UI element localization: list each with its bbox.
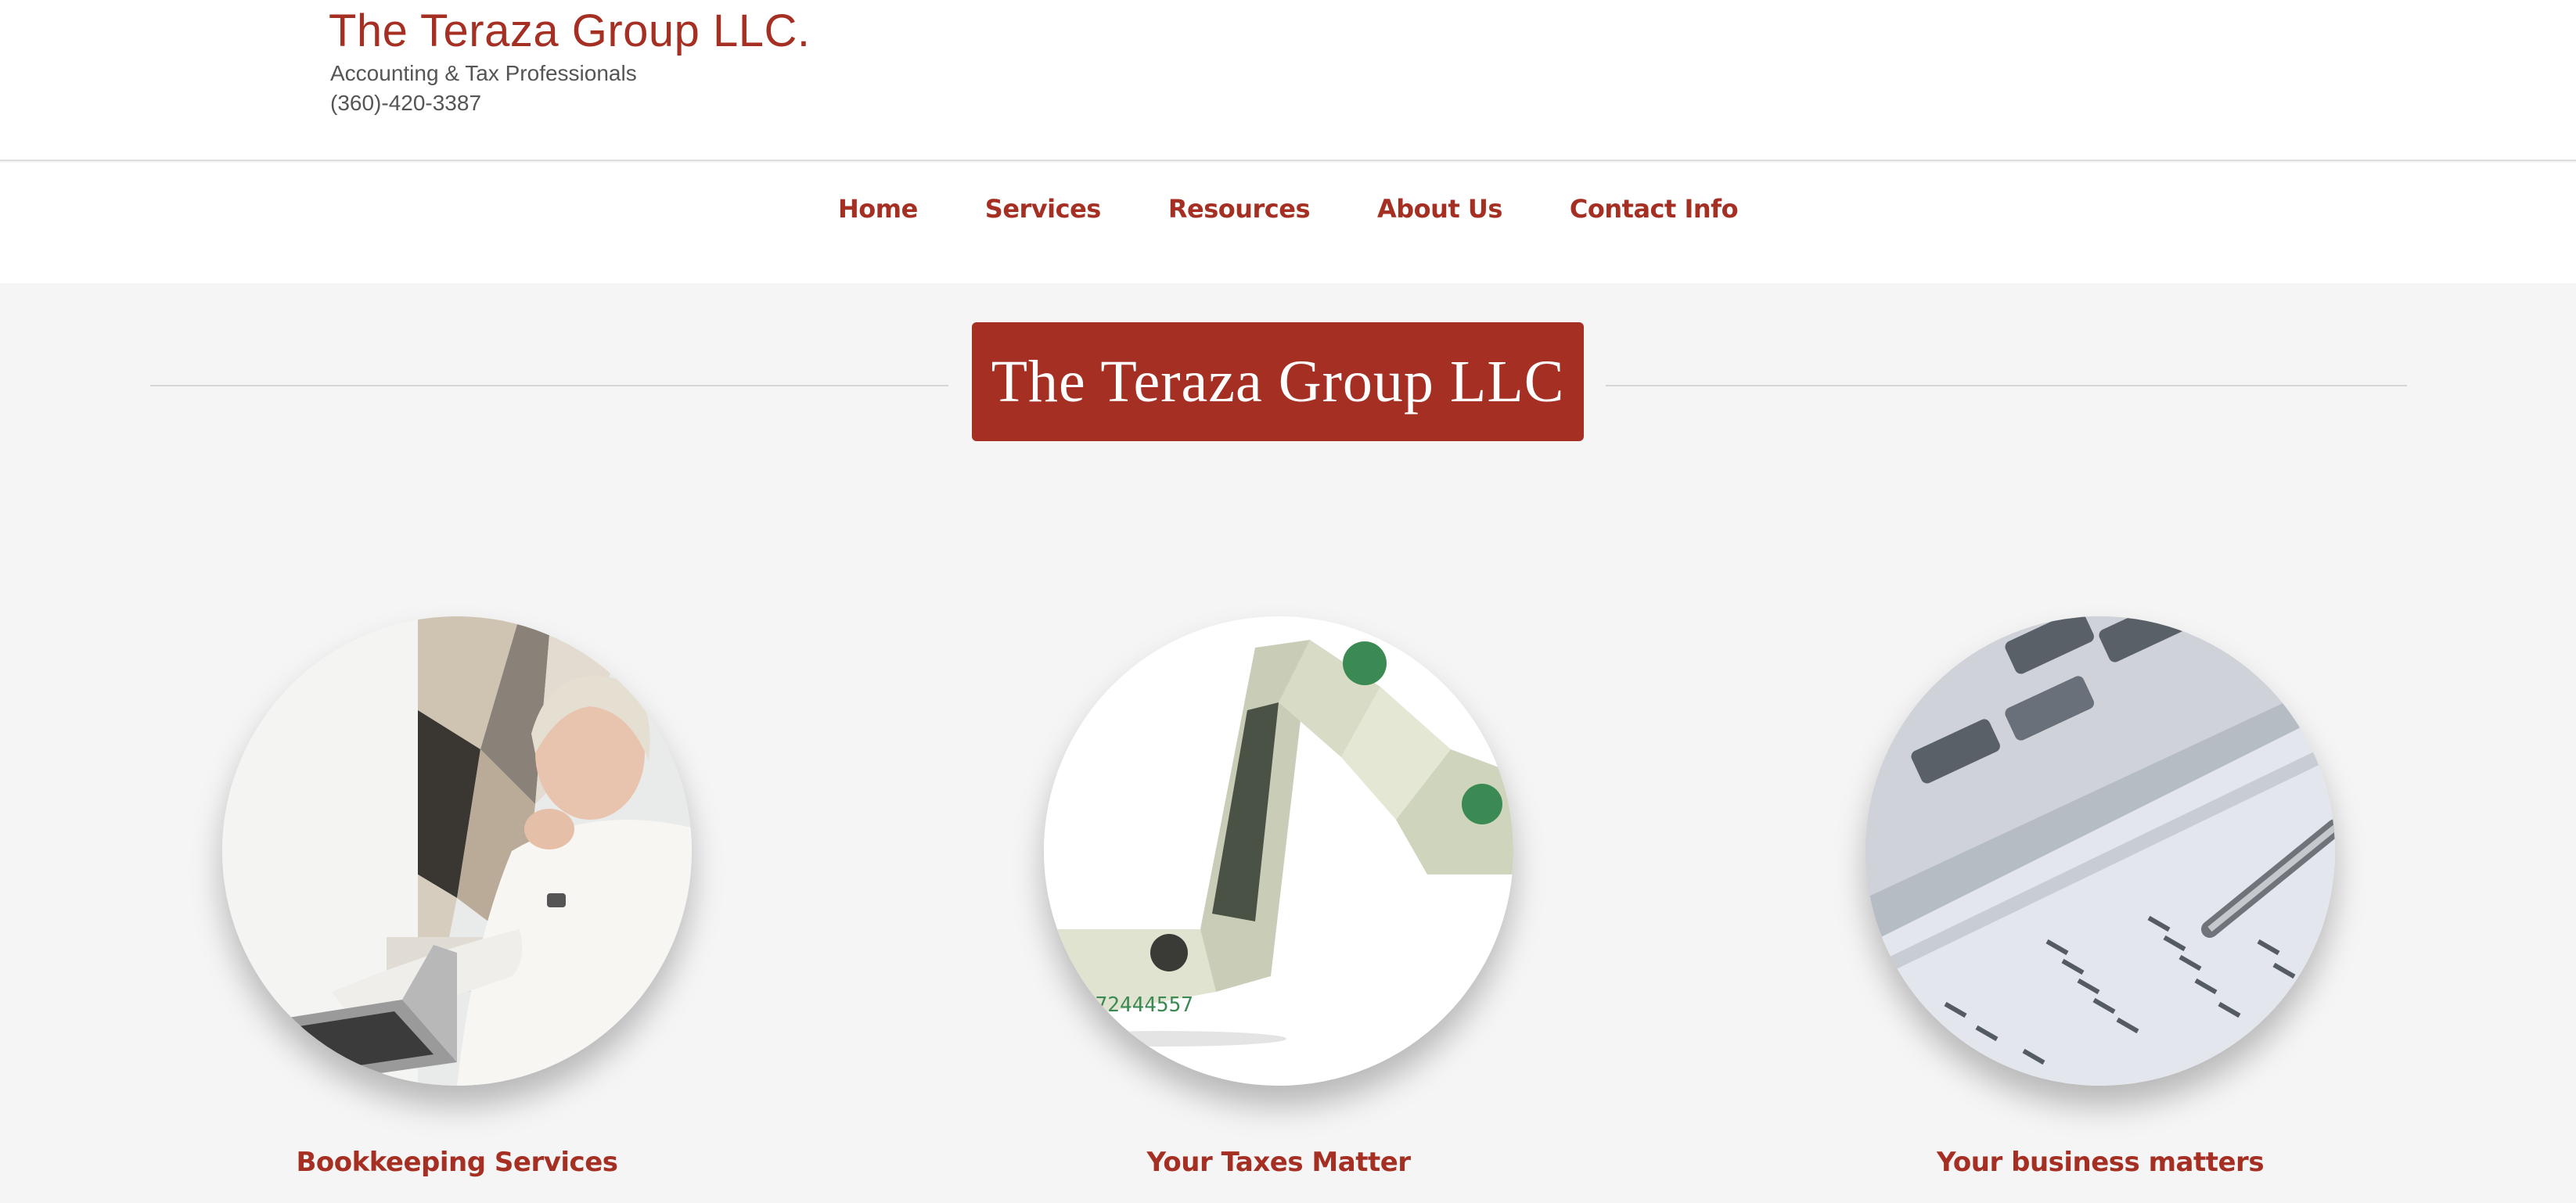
card-title-taxes[interactable]: Your Taxes Matter xyxy=(1005,1147,1552,1178)
bill-serial-number: 172444557 xyxy=(1083,993,1193,1017)
nav-item-services[interactable]: Services xyxy=(952,194,1135,224)
nav-item-resources[interactable]: Resources xyxy=(1135,194,1344,224)
site-header: The Teraza Group LLC. Accounting & Tax P… xyxy=(0,0,2576,161)
banner-title: The Teraza Group LLC xyxy=(991,348,1565,415)
woman-at-laptop-photo xyxy=(222,616,692,1086)
nav-item-home[interactable]: Home xyxy=(804,194,952,224)
nav-item-about-us[interactable]: About Us xyxy=(1344,194,1536,224)
banner-divider-right xyxy=(1606,385,2407,386)
site-tagline: Accounting & Tax Professionals xyxy=(330,61,637,85)
folded-dollar-bill-photo: 172444557 xyxy=(1044,616,1513,1086)
bookkeeping-image[interactable] xyxy=(222,616,692,1086)
business-image[interactable] xyxy=(1865,616,2335,1086)
banner-divider-left xyxy=(150,385,948,386)
site-title[interactable]: The Teraza Group LLC. xyxy=(329,5,811,57)
card-title-bookkeeping[interactable]: Bookkeeping Services xyxy=(183,1147,731,1178)
taxes-image[interactable]: 172444557 xyxy=(1044,616,1513,1086)
phone-number[interactable]: (360)-420-3387 xyxy=(330,91,481,116)
main-navigation: Home Services Resources About Us Contact… xyxy=(0,163,2576,283)
section-banner: The Teraza Group LLC xyxy=(972,322,1584,441)
card-title-business[interactable]: Your business matters xyxy=(1826,1147,2374,1178)
nav-item-contact-info[interactable]: Contact Info xyxy=(1536,194,1772,224)
calculator-and-pen-photo xyxy=(1865,616,2335,1086)
